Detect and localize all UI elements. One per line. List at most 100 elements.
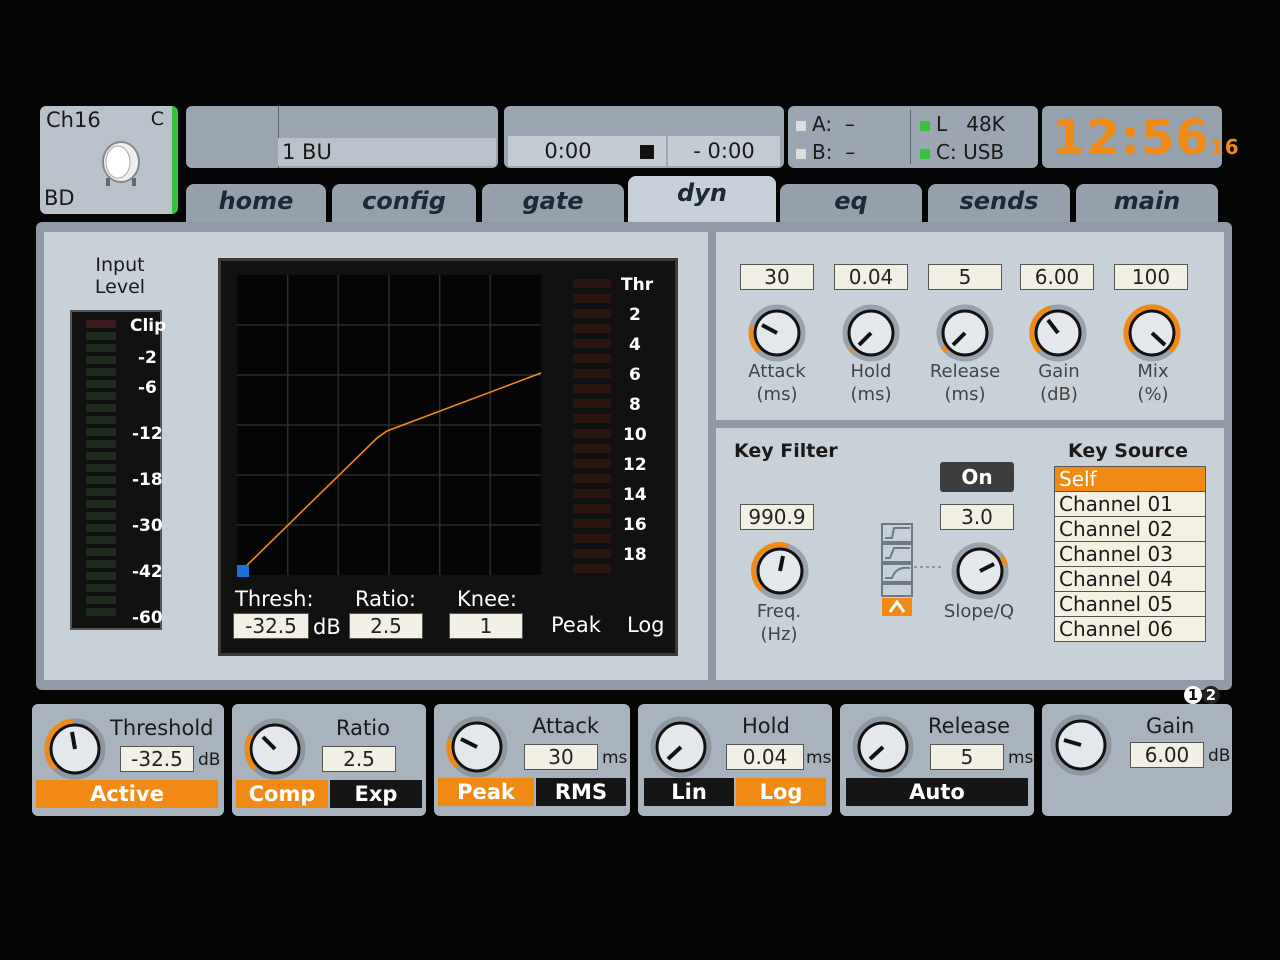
tab-config[interactable]: config	[332, 184, 476, 222]
key-filter-freq-label: Freq. (Hz)	[756, 601, 802, 645]
auto-button[interactable]: Auto	[846, 778, 1028, 806]
hold-knob[interactable]	[845, 307, 897, 359]
comp-button[interactable]: Comp	[236, 780, 328, 808]
gain-encoder-label: Gain	[1146, 714, 1195, 738]
key-source-item[interactable]: Channel 02	[1054, 517, 1206, 542]
tab-main[interactable]: main	[1076, 184, 1218, 222]
transfer-curve-graph[interactable]	[237, 275, 545, 577]
key-source-item[interactable]: Channel 01	[1054, 492, 1206, 517]
status-led-icon	[796, 148, 806, 159]
tab-sends[interactable]: sends	[928, 184, 1070, 222]
thresh-unit: dB	[313, 615, 341, 639]
channel-label-box[interactable]: 1 BU	[186, 106, 498, 168]
key-source-item[interactable]: Channel 04	[1054, 567, 1206, 592]
release-encoder-knob[interactable]	[848, 712, 918, 782]
key-source-item[interactable]: Channel 06	[1054, 617, 1206, 642]
active-button[interactable]: Active	[36, 780, 218, 808]
usb-a-status: A: –	[796, 112, 855, 136]
log-button[interactable]: Log	[736, 778, 826, 806]
mix-knob[interactable]	[1126, 307, 1178, 359]
gain-label: Gain (dB)	[1038, 361, 1080, 405]
status-led-icon	[920, 148, 930, 159]
release-value[interactable]: 5	[928, 264, 1002, 290]
slope-q-label: Slope/Q	[943, 601, 1015, 622]
gr-label: 2	[629, 305, 641, 325]
key-source-item[interactable]: Channel 03	[1054, 542, 1206, 567]
key-source-item[interactable]: Channel 05	[1054, 592, 1206, 617]
thresh-value[interactable]: -32.5	[233, 613, 309, 639]
key-filter-freq-knob[interactable]	[744, 538, 816, 604]
key-source-title: Key Source	[1068, 440, 1189, 462]
threshold-knob[interactable]	[40, 714, 110, 784]
page-indicator[interactable]: 12	[1184, 686, 1224, 706]
exp-button[interactable]: Exp	[330, 780, 422, 808]
gain-unit: dB	[1208, 746, 1231, 766]
gain-encoder-value[interactable]: 6.00	[1130, 742, 1204, 768]
mix-value[interactable]: 100	[1114, 264, 1188, 290]
sync-source-status: C: USB	[920, 140, 1004, 164]
knee-value[interactable]: 1	[449, 613, 523, 639]
gain-encoder-knob[interactable]	[1046, 710, 1116, 780]
attack-encoder-knob[interactable]	[442, 712, 512, 782]
ratio-encoder-value[interactable]: 2.5	[322, 746, 396, 772]
tab-home[interactable]: home	[186, 184, 326, 222]
gain-encoder[interactable]: Gain 6.00 dB	[1042, 704, 1232, 816]
key-source-item-self[interactable]: Self	[1054, 467, 1206, 492]
attack-encoder[interactable]: Attack 30 ms Peak RMS	[434, 704, 630, 816]
key-filter-freq-value[interactable]: 990.9	[740, 504, 814, 530]
io-status: A: – B: – L 48K C: USB	[788, 106, 1038, 168]
thresh-label: Thresh:	[235, 587, 314, 611]
attack-value[interactable]: 30	[740, 264, 814, 290]
tab-gate[interactable]: gate	[482, 184, 624, 222]
meter-label: -2	[138, 348, 157, 368]
attack-encoder-value[interactable]: 30	[524, 744, 598, 770]
page-2-indicator[interactable]: 2	[1202, 686, 1220, 704]
tab-dyn[interactable]: dyn	[628, 176, 776, 222]
key-source-list[interactable]: Self Channel 01 Channel 02 Channel 03 Ch…	[1054, 466, 1206, 642]
gr-label: 16	[623, 515, 647, 535]
hold-encoder-value[interactable]: 0.04	[726, 744, 804, 770]
release-encoder-value[interactable]: 5	[930, 744, 1004, 770]
transport-display[interactable]: 0:00 - 0:00	[504, 106, 784, 168]
hold-value[interactable]: 0.04	[834, 264, 908, 290]
clock: 12:5616	[1042, 106, 1239, 168]
gr-label: Thr	[621, 275, 654, 295]
key-filter-title: Key Filter	[734, 440, 838, 462]
channel-badge[interactable]: Ch16 C BD	[40, 106, 178, 214]
release-encoder[interactable]: Release 5 ms Auto	[840, 704, 1034, 816]
compressor-curve-display[interactable]: Thr 2 4 6 8 10 12 14 16 18 Thresh: -32.5…	[218, 258, 678, 656]
status-led-icon	[796, 120, 806, 131]
hold-encoder-knob[interactable]	[646, 712, 716, 782]
slope-q-value[interactable]: 3.0	[940, 504, 1014, 530]
threshold-encoder[interactable]: Threshold -32.5 dB Active	[32, 704, 224, 816]
stop-icon[interactable]	[628, 136, 666, 166]
hold-encoder[interactable]: Hold 0.04 ms Lin Log	[638, 704, 832, 816]
release-knob[interactable]	[939, 307, 991, 359]
ratio-knob[interactable]	[240, 714, 310, 784]
key-filter-on-button[interactable]: On	[940, 462, 1014, 492]
threshold-unit: dB	[198, 750, 221, 770]
gain-value[interactable]: 6.00	[1020, 264, 1094, 290]
ratio-value[interactable]: 2.5	[349, 613, 423, 639]
gr-label: 8	[629, 395, 641, 415]
slope-q-knob[interactable]	[944, 538, 1016, 604]
sample-rate-status: L 48K	[920, 112, 1005, 136]
gr-label: 10	[623, 425, 647, 445]
threshold-value[interactable]: -32.5	[120, 746, 194, 772]
gain-reduction-meter	[573, 279, 611, 573]
ratio-label: Ratio	[336, 716, 390, 740]
lin-button[interactable]: Lin	[644, 778, 734, 806]
peak-button[interactable]: Peak	[438, 778, 534, 806]
attack-knob[interactable]	[751, 307, 803, 359]
page-1-indicator[interactable]: 1	[1184, 686, 1202, 704]
parameter-knobs[interactable]	[740, 300, 1200, 366]
tab-eq[interactable]: eq	[780, 184, 922, 222]
clock-time: 12:56	[1052, 110, 1210, 166]
ratio-encoder[interactable]: Ratio 2.5 Comp Exp	[232, 704, 426, 816]
meter-label: -12	[132, 424, 163, 444]
release-encoder-label: Release	[928, 714, 1011, 738]
time-remaining: - 0:00	[668, 136, 780, 166]
filter-type-icons[interactable]	[880, 522, 914, 618]
rms-button[interactable]: RMS	[536, 778, 626, 806]
gain-knob[interactable]	[1029, 307, 1084, 359]
